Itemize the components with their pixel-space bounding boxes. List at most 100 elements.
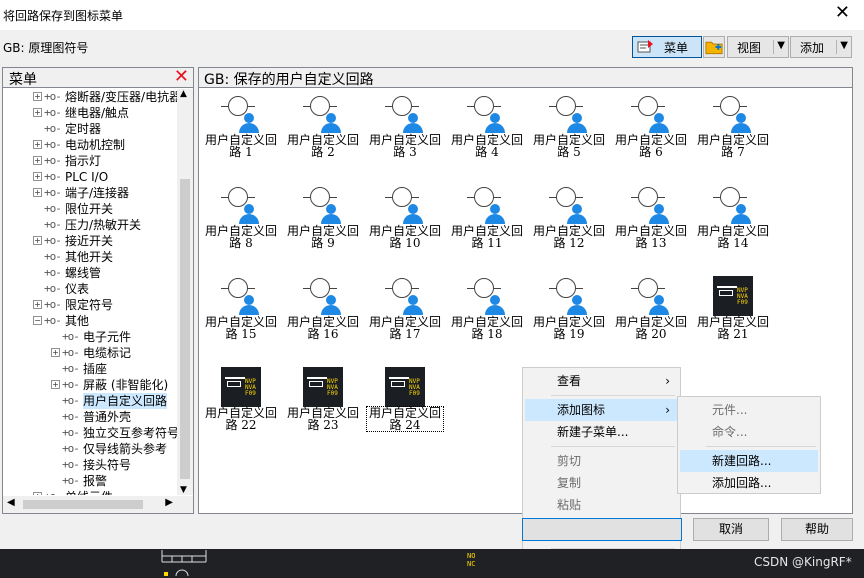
menu-button[interactable]: 菜单 — [632, 36, 702, 58]
circuit-item[interactable]: 用户自定义回路 16 — [285, 272, 361, 360]
circuit-item[interactable]: 用户自定义回路 19 — [531, 272, 607, 360]
scroll-right-icon[interactable]: ▶ — [165, 497, 173, 508]
delete-icon[interactable]: ✕ — [174, 68, 189, 87]
expand-toggle-icon[interactable]: + — [51, 348, 60, 357]
circuit-item[interactable]: 用户自定义回路 8 — [203, 181, 279, 269]
context-menu-item-label: 查看 — [557, 374, 582, 388]
scroll-thumb[interactable] — [180, 179, 190, 479]
context-menu-item[interactable]: 查看 › — [525, 370, 678, 392]
circuit-preview-icon: NVP NVA F09 — [713, 276, 753, 316]
chevron-down-icon: ▼ — [840, 40, 848, 51]
tree-item-label: 定时器 — [65, 122, 102, 136]
tree-node-icon: +o- — [44, 202, 62, 215]
circuit-item[interactable]: 用户自定义回路 12 — [531, 181, 607, 269]
user-circuit-icon — [385, 185, 425, 225]
tree-item-label: 熔断器/变压器/电抗器 — [65, 90, 178, 104]
tree-node-icon: +o- — [44, 298, 62, 311]
circuit-item[interactable]: 用户自定义回路 6 — [613, 90, 689, 178]
ok-button-partial[interactable] — [522, 518, 682, 541]
circuit-item[interactable]: 用户自定义回路 5 — [531, 90, 607, 178]
expand-toggle-icon[interactable]: + — [33, 300, 42, 309]
circuit-item[interactable]: 用户自定义回路 11 — [449, 181, 525, 269]
circuit-item[interactable]: 用户自定义回路 9 — [285, 181, 361, 269]
tree-node-icon: +o- — [62, 474, 80, 487]
tree-node-icon: +o- — [44, 282, 62, 295]
submenu-item[interactable]: 添加回路... — [680, 472, 818, 494]
user-circuit-icon — [549, 94, 589, 134]
title-bar: 将回路保存到图标菜单 ✕ — [0, 0, 864, 30]
expand-toggle-icon[interactable]: + — [33, 172, 42, 181]
expand-toggle-icon[interactable]: + — [33, 492, 42, 495]
circuit-item[interactable]: 用户自定义回路 3 — [367, 90, 443, 178]
circuit-panel-header: GB: 保存的用户自定义回路 — [199, 68, 852, 88]
submenu-item: 元件... — [680, 399, 818, 421]
expand-toggle-icon[interactable]: + — [51, 380, 60, 389]
help-button[interactable]: 帮助 — [781, 518, 853, 541]
user-circuit-icon — [631, 94, 671, 134]
circuit-item[interactable]: 用户自定义回路 17 — [367, 272, 443, 360]
circuit-item-label-line2: 路 14 — [717, 236, 749, 250]
circuit-item-label: 用户自定义回路 23 — [285, 407, 361, 431]
tree-item-label: 螺线管 — [65, 266, 102, 280]
context-menu-item-label: 粘贴 — [557, 498, 582, 512]
circuit-preview-icon: NVP NVA F09 — [303, 367, 343, 407]
circuit-item[interactable]: 用户自定义回路 4 — [449, 90, 525, 178]
circuit-item-label-line2: 路 6 — [639, 145, 663, 159]
context-menu-item-label: 新建子菜单... — [557, 425, 629, 439]
circuit-item[interactable]: 用户自定义回路 15 — [203, 272, 279, 360]
scroll-thumb[interactable] — [23, 500, 143, 509]
circuit-item-label: 用户自定义回路 10 — [367, 225, 443, 249]
tree-horizontal-scrollbar[interactable]: ◀ ▶ — [3, 496, 193, 513]
circuit-item[interactable]: NVP NVA F09 用户自定义回路 24 — [366, 363, 444, 451]
tree-item-label: 普通外壳 — [83, 410, 132, 424]
circuit-item-label: 用户自定义回路 4 — [449, 134, 525, 158]
circuit-item-label-line2: 路 1 — [229, 145, 253, 159]
path-label: GB: 原理图符号 — [3, 41, 89, 55]
expand-toggle-icon[interactable]: + — [33, 140, 42, 149]
nc-label: NC — [467, 560, 476, 568]
circuit-item-label-line2: 路 21 — [717, 327, 749, 341]
tree-node-icon: +o- — [62, 346, 80, 359]
scroll-left-icon[interactable]: ◀ — [7, 497, 15, 508]
chevron-right-icon: › — [665, 403, 670, 417]
circuit-item-label: 用户自定义回路 18 — [449, 316, 525, 340]
submenu-item: 命令... — [680, 421, 818, 443]
circuit-item[interactable]: 用户自定义回路 13 — [613, 181, 689, 269]
circuit-item[interactable]: 用户自定义回路 18 — [449, 272, 525, 360]
new-folder-button[interactable] — [703, 36, 725, 58]
expand-toggle-icon[interactable]: − — [33, 316, 42, 325]
circuit-item[interactable]: 用户自定义回路 1 — [203, 90, 279, 178]
tree-node-icon: +o- — [44, 234, 62, 247]
context-menu-item[interactable]: 新建子菜单... — [525, 421, 678, 443]
context-menu-item[interactable]: 添加图标 › — [525, 399, 678, 421]
no-label: NO — [467, 552, 476, 560]
circuit-item[interactable]: 用户自定义回路 2 — [285, 90, 361, 178]
close-icon[interactable]: ✕ — [835, 4, 850, 22]
circuit-item[interactable]: 用户自定义回路 7 — [695, 90, 771, 178]
scroll-down-icon[interactable]: ▼ — [180, 485, 187, 495]
add-dropdown[interactable]: 添加 ▼ — [790, 36, 852, 58]
circuit-item[interactable]: NVP NVA F09 用户自定义回路 22 — [203, 363, 279, 451]
expand-toggle-icon[interactable]: + — [33, 188, 42, 197]
context-menu-item-label: 复制 — [557, 476, 582, 490]
expand-toggle-icon[interactable]: + — [33, 236, 42, 245]
expand-toggle-icon[interactable]: + — [33, 108, 42, 117]
expand-toggle-icon[interactable]: + — [33, 156, 42, 165]
tree-item-label: 接近开关 — [65, 234, 114, 248]
submenu-item[interactable]: 新建回路... — [680, 450, 818, 472]
tree-vertical-scrollbar[interactable]: ▲ ▼ — [177, 89, 193, 495]
tree-node-icon: +o- — [62, 442, 80, 455]
circuit-item[interactable]: NVP NVA F09 用户自定义回路 21 — [695, 272, 771, 360]
expand-toggle-icon[interactable]: + — [33, 92, 42, 101]
user-circuit-icon — [549, 276, 589, 316]
circuit-item[interactable]: 用户自定义回路 20 — [613, 272, 689, 360]
tree-node-icon: +o- — [62, 394, 80, 407]
circuit-item[interactable]: 用户自定义回路 14 — [695, 181, 771, 269]
cancel-button[interactable]: 取消 — [693, 518, 769, 541]
circuit-item[interactable]: NVP NVA F09 用户自定义回路 23 — [285, 363, 361, 451]
view-dropdown[interactable]: 视图 ▼ — [727, 36, 789, 58]
circuit-item[interactable]: 用户自定义回路 10 — [367, 181, 443, 269]
scroll-up-icon[interactable]: ▲ — [180, 89, 187, 99]
circuit-item-label: 用户自定义回路 7 — [695, 134, 771, 158]
menu-separator — [551, 395, 675, 396]
